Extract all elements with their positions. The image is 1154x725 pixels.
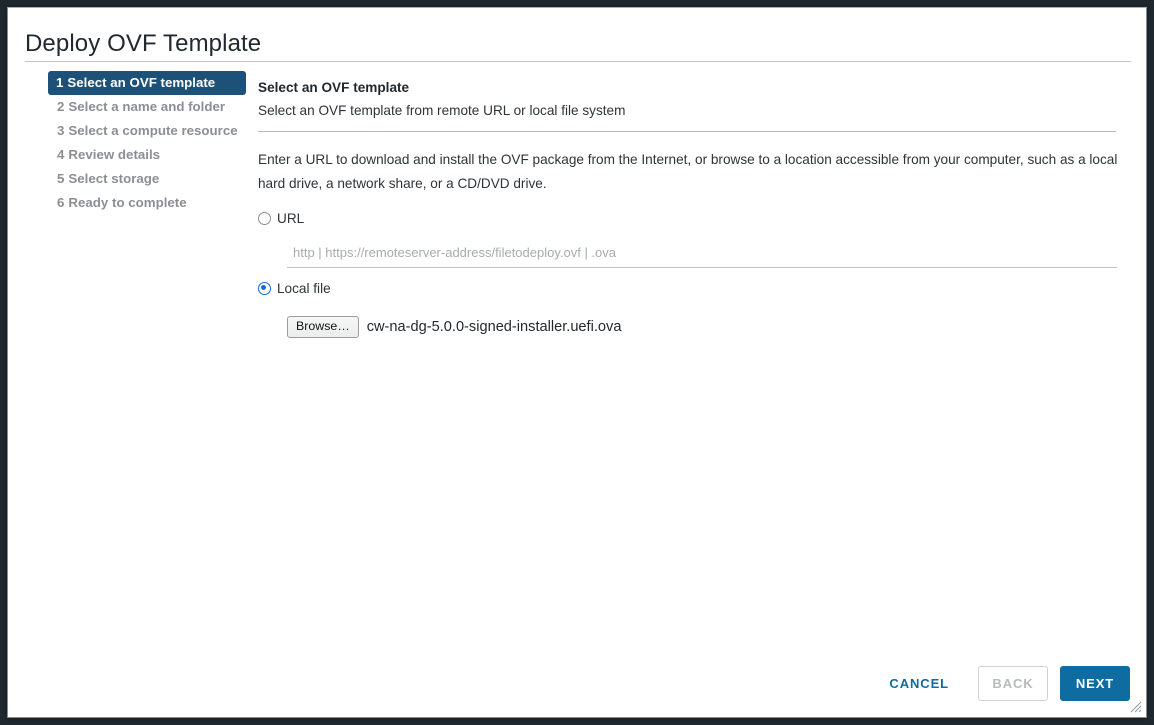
wizard-step-4-review-details[interactable]: 4 Review details bbox=[48, 143, 248, 167]
wizard-step-5-label: Select storage bbox=[68, 171, 160, 186]
dialog-title: Deploy OVF Template bbox=[25, 30, 262, 57]
cancel-button[interactable]: CANCEL bbox=[872, 666, 966, 701]
dialog-footer: CANCEL BACK NEXT bbox=[872, 666, 1130, 701]
wizard-step-2-select-a-name-and-folder[interactable]: 2 Select a name and folder bbox=[48, 95, 248, 119]
back-button: BACK bbox=[978, 666, 1048, 701]
wizard-content-pane: Select an OVF template Select an OVF tem… bbox=[258, 78, 1128, 338]
wizard-step-5-number: 5 bbox=[57, 171, 65, 186]
wizard-step-2-number: 2 bbox=[57, 99, 65, 114]
wizard-step-6-ready-to-complete[interactable]: 6 Ready to complete bbox=[48, 191, 248, 215]
title-divider bbox=[25, 61, 1131, 62]
local-file-option-row[interactable]: Local file bbox=[258, 280, 1128, 298]
wizard-step-1-number: 1 bbox=[56, 75, 64, 90]
instructions-text: Enter a URL to download and install the … bbox=[258, 148, 1118, 196]
wizard-step-1-select-an-ovf-template[interactable]: 1 Select an OVF template bbox=[48, 71, 246, 95]
url-option-label: URL bbox=[277, 210, 305, 226]
wizard-step-3-select-a-compute-resource[interactable]: 3 Select a compute resource bbox=[48, 119, 248, 143]
wizard-step-6-label: Ready to complete bbox=[68, 195, 187, 210]
wizard-step-3-number: 3 bbox=[57, 123, 65, 138]
content-divider bbox=[258, 131, 1116, 132]
content-subheading: Select an OVF template from remote URL o… bbox=[258, 103, 626, 118]
resize-grip-icon[interactable] bbox=[1130, 701, 1142, 713]
selected-filename: cw-na-dg-5.0.0-signed-installer.uefi.ova bbox=[366, 318, 622, 335]
url-input[interactable] bbox=[287, 241, 1117, 268]
wizard-step-5-select-storage[interactable]: 5 Select storage bbox=[48, 167, 248, 191]
deploy-ovf-template-dialog: Deploy OVF Template 1 Select an OVF templ… bbox=[7, 7, 1147, 718]
wizard-step-1-label: Select an OVF template bbox=[67, 75, 216, 90]
browse-button[interactable]: Browse… bbox=[287, 315, 359, 338]
wizard-step-list: 1 Select an OVF template 2 Select a name a… bbox=[48, 71, 248, 215]
wizard-step-3-label: Select a compute resource bbox=[68, 123, 238, 138]
wizard-step-6-number: 6 bbox=[57, 195, 65, 210]
radio-checked-icon[interactable] bbox=[258, 282, 271, 296]
radio-unchecked-icon[interactable] bbox=[258, 212, 271, 226]
next-button[interactable]: NEXT bbox=[1060, 666, 1130, 701]
local-file-option-label: Local file bbox=[277, 280, 331, 296]
url-option-row[interactable]: URL bbox=[258, 210, 1128, 228]
wizard-step-2-label: Select a name and folder bbox=[68, 99, 226, 114]
instructions-line-1: Enter a URL to download and install the … bbox=[258, 152, 1075, 167]
content-heading: Select an OVF template bbox=[258, 80, 410, 95]
local-file-picker-row: Browse… cw-na-dg-5.0.0-signed-installer.… bbox=[287, 315, 1128, 338]
wizard-step-4-label: Review details bbox=[68, 147, 161, 162]
wizard-step-4-number: 4 bbox=[57, 147, 65, 162]
